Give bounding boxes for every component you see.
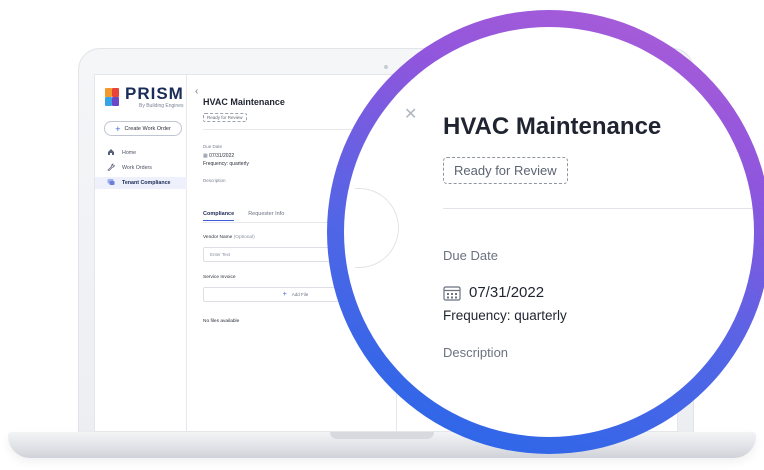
magnified-description-label: Description [443, 345, 509, 360]
brand-name: PRISM [125, 84, 184, 103]
description-label: Description [203, 178, 226, 183]
status-badge: Ready for Review [203, 113, 247, 122]
sidebar-item-work-orders[interactable]: Work Orders [95, 162, 187, 174]
tab-compliance[interactable]: Compliance [203, 211, 235, 221]
plus-icon: + [282, 291, 287, 298]
brand-subtitle: By Building Engines [139, 103, 184, 109]
sidebar-item-label: Work Orders [122, 165, 152, 171]
tab-requester-info[interactable]: Requester Info [248, 211, 284, 221]
prism-logo-icon [105, 88, 121, 106]
due-date-value: ▦ 07/31/2022 [203, 153, 234, 159]
magnified-frequency: Frequency: quarterly [443, 308, 567, 323]
plus-icon: + [115, 123, 121, 134]
vendor-name-label-text: Vendor Name [203, 235, 233, 240]
add-file-label: Add File [291, 292, 309, 297]
sidebar-item-label: Tenant Compliance [122, 180, 171, 186]
magnifier-ring: ✕ HVAC Maintenance Ready for Review Due … [327, 10, 764, 454]
service-invoice-label: Service Invoice [203, 275, 236, 280]
calendar-icon [443, 285, 461, 301]
create-work-order-label: Create Work Order [124, 125, 171, 132]
sidebar-item-label: Home [122, 150, 137, 156]
magnified-page-title: HVAC Maintenance [443, 113, 662, 140]
magnified-due-date: 07/31/2022 [443, 284, 544, 301]
chat-icon [107, 178, 115, 188]
sidebar-item-tenant-compliance[interactable]: Tenant Compliance [95, 177, 187, 189]
close-icon: ✕ [404, 106, 418, 123]
optional-tag: (Optional) [233, 235, 255, 240]
wrench-icon [107, 163, 115, 173]
create-work-order-button[interactable]: + Create Work Order [104, 121, 182, 136]
no-files-text: No files available [203, 319, 240, 324]
sidebar-nav: Home Work Orders Tenant Compliance [95, 147, 187, 192]
detail-tabs: Compliance Requester Info [203, 211, 298, 221]
home-icon [107, 148, 115, 158]
prism-logo: PRISM By Building Engines [105, 85, 184, 109]
magnified-detail: ✕ HVAC Maintenance Ready for Review Due … [344, 27, 754, 437]
magnified-toggle-edge [355, 188, 399, 268]
due-date-text: 07/31/2022 [209, 153, 235, 159]
magnified-due-date-text: 07/31/2022 [469, 284, 545, 301]
vendor-name-label: Vendor Name (Optional) [203, 235, 255, 240]
sidebar: PRISM By Building Engines ‹ + Create Wor… [95, 75, 198, 431]
magnified-due-date-label: Due Date [443, 248, 498, 263]
frequency-value: Frequency: quarterly [203, 161, 249, 167]
page-title: HVAC Maintenance [203, 97, 285, 107]
sidebar-item-home[interactable]: Home [95, 147, 187, 159]
divider [443, 208, 754, 209]
calendar-icon: ▦ [203, 153, 208, 159]
due-date-label: Due Date [203, 144, 223, 149]
magnifier-lens: ✕ HVAC Maintenance Ready for Review Due … [344, 27, 754, 437]
magnified-status-badge: Ready for Review [443, 157, 568, 184]
